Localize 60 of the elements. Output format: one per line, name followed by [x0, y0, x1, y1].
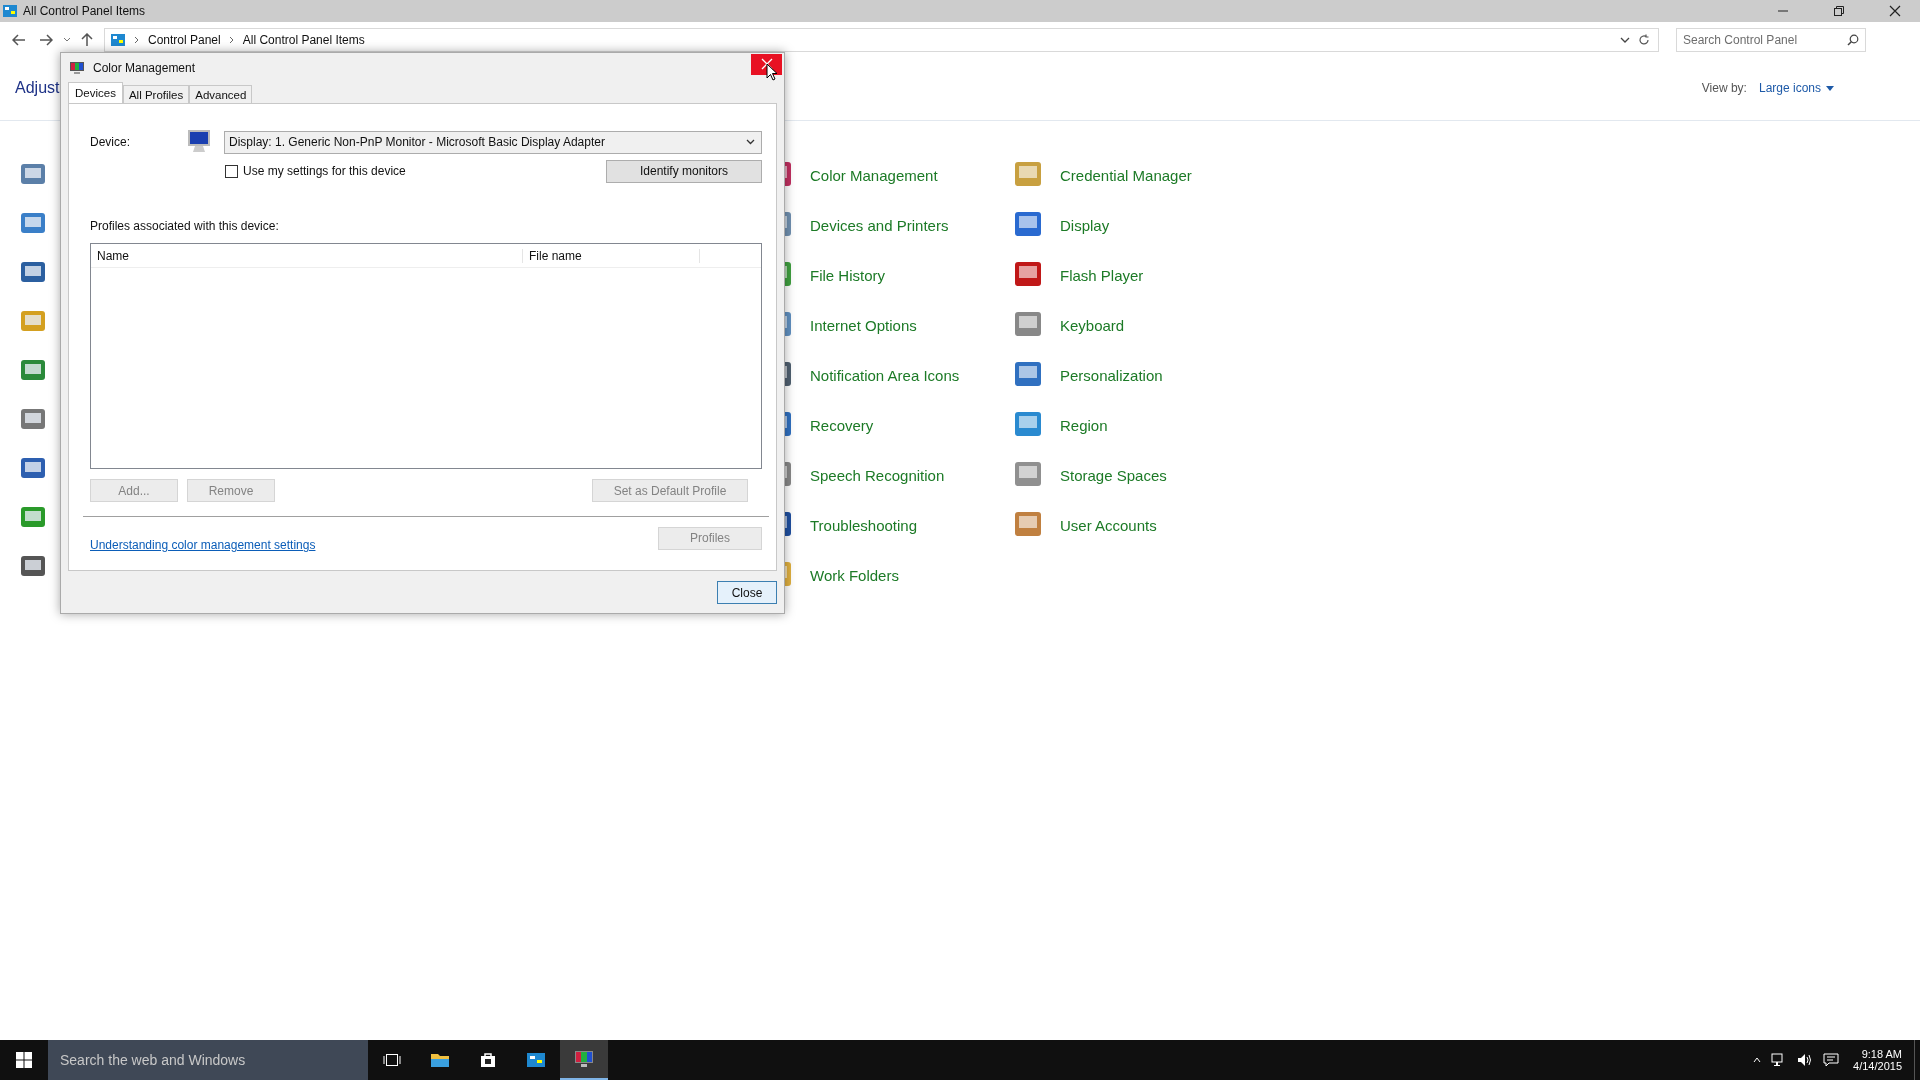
tab[interactable]: Devices — [68, 82, 123, 103]
windows-icon[interactable] — [16, 1052, 32, 1068]
monitor-icon — [69, 61, 85, 75]
applet-link[interactable]: User Accounts — [1012, 509, 1262, 541]
folder-icon — [430, 1052, 450, 1068]
column-header[interactable]: Name — [91, 248, 523, 263]
forward-icon[interactable] — [39, 34, 53, 46]
view-by-label: View by: — [1701, 81, 1747, 95]
breadcrumb-item[interactable]: Control Panel — [148, 33, 221, 47]
monitor-icon — [574, 1050, 594, 1068]
page-heading: Adjust — [15, 79, 60, 97]
chevron-up-icon[interactable] — [1753, 1057, 1762, 1063]
taskbar-search-field[interactable]: Search the web and Windows — [48, 1040, 368, 1080]
control-panel-icon — [110, 34, 126, 46]
chevron-down-icon — [746, 139, 755, 145]
device-label: Device: — [90, 135, 131, 149]
refresh-icon[interactable] — [1638, 34, 1650, 46]
applet-link[interactable]: Personalization — [1012, 359, 1262, 391]
up-icon[interactable] — [81, 33, 93, 47]
notification-icon[interactable] — [1823, 1053, 1840, 1067]
checkbox[interactable] — [225, 164, 238, 178]
chevron-right-icon — [134, 36, 140, 44]
chevron-right-icon — [228, 36, 235, 44]
caret-down-icon — [1826, 85, 1834, 91]
search-field[interactable]: Search Control Panel — [1676, 28, 1866, 52]
close-icon[interactable] — [1889, 5, 1901, 17]
close-icon — [760, 58, 773, 70]
close-button[interactable]: Close — [717, 581, 777, 604]
back-icon[interactable] — [12, 34, 26, 46]
task-view-icon — [383, 1053, 401, 1067]
shopping-bag-icon — [480, 1052, 496, 1068]
identify-monitors-button[interactable]: Identify monitors — [606, 159, 762, 183]
checkbox-label[interactable]: Use my settings for this device — [243, 164, 406, 178]
window-title: All Control Panel Items — [23, 4, 146, 18]
tab[interactable]: All Profiles — [122, 85, 190, 103]
clock-time[interactable]: 9:18 AM — [1861, 1048, 1902, 1060]
dialog-title: Color Management — [93, 61, 196, 75]
clock-date[interactable]: 4/14/2015 — [1853, 1060, 1902, 1072]
applet-link[interactable]: Credential Manager — [1012, 159, 1262, 191]
column-header[interactable]: File name — [523, 248, 700, 263]
applet-link[interactable]: Display — [1012, 209, 1262, 241]
device-dropdown[interactable]: Display: 1. Generic Non-PnP Monitor - Microsoft Basic Display Adapter — [224, 130, 762, 154]
chevron-down-icon[interactable] — [1620, 36, 1630, 44]
speaker-icon[interactable] — [1797, 1053, 1814, 1067]
applet-link[interactable]: Storage Spaces — [1012, 459, 1262, 491]
chevron-down-icon[interactable] — [63, 37, 71, 43]
applet-link[interactable]: Region — [1012, 409, 1262, 441]
address-bar[interactable]: Control Panel All Control Panel Items — [104, 28, 1659, 52]
applet-link[interactable]: Keyboard — [1012, 309, 1262, 341]
breadcrumb-item[interactable]: All Control Panel Items — [242, 33, 365, 47]
tab[interactable]: Advanced — [189, 85, 253, 103]
applet-link[interactable]: Flash Player — [1012, 259, 1262, 291]
help-link[interactable]: Understanding color management settings — [90, 538, 316, 552]
view-by-dropdown[interactable]: Large icons — [1758, 81, 1834, 95]
profiles-label: Profiles associated with this device: — [90, 219, 280, 233]
search-icon — [1847, 34, 1859, 46]
control-panel-icon — [527, 1053, 545, 1067]
mouse-cursor — [766, 63, 778, 81]
control-panel-icon — [3, 5, 17, 17]
restore-icon[interactable] — [1833, 5, 1845, 17]
